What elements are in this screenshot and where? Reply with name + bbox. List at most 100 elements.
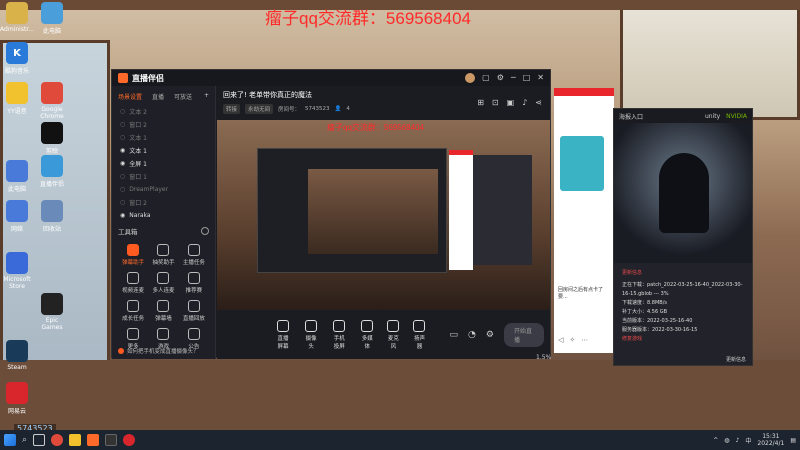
desktop-icon[interactable]: 直播伴侣 [35,155,69,188]
desktop-icon[interactable]: Microsoft Store [0,252,34,290]
close-icon[interactable]: ✕ [537,73,544,83]
message-icon[interactable]: ▢ [482,73,490,83]
tool-item[interactable]: 弹幕墙 [148,300,178,322]
share-icon[interactable]: ⋖ [535,98,542,107]
ime-indicator[interactable]: 中 [745,436,751,445]
volume-tray-icon[interactable]: ♪ [736,437,740,444]
eye-icon[interactable]: ○ [120,108,125,115]
lock-icon[interactable]: ⊡ [492,98,499,107]
eye-icon[interactable]: ○ [120,121,125,128]
tag-badge[interactable]: 转接 [223,104,241,114]
tool-item[interactable]: 主播任务 [179,244,209,266]
eye-icon[interactable]: ○ [120,134,125,141]
tool-item[interactable]: 多人连麦 [148,272,178,294]
layer-item[interactable]: ○ 文本 1 [112,131,215,144]
desktop-icon[interactable]: 网络 [0,200,34,233]
like-icon[interactable]: ◁ [558,336,563,344]
eye-icon[interactable]: ○ [120,186,125,193]
desktop-icon[interactable]: 网易云 [0,382,34,415]
control-button[interactable]: 多媒体 [361,319,374,350]
desktop-icon[interactable]: 此电脑 [35,2,69,35]
maximize-icon[interactable]: □ [523,73,531,83]
desktop-icon[interactable]: Steam [0,340,34,371]
desktop-icon-label: 网易云 [7,408,26,415]
camera-settings-icon[interactable]: ▭ [449,330,458,340]
network-tray-icon[interactable]: ◍ [724,437,729,444]
layout-icon[interactable]: ⊞ [477,98,484,107]
desktop-icon[interactable]: YY语音 [0,82,34,115]
tool-icon [127,328,140,340]
minimize-icon[interactable]: ─ [511,73,516,83]
layer-item[interactable]: ◉ Naraka [112,209,215,222]
add-scene-icon[interactable]: + [204,92,209,101]
control-button[interactable]: 麦克风 [387,319,400,350]
control-label: 直播屏幕 [277,335,289,350]
desktop-icon[interactable]: 此电脑 [0,160,34,193]
repair-link[interactable]: 修复游戏 [622,335,642,342]
layer-item[interactable]: ○ DreamPlayer [112,183,215,196]
control-button[interactable]: 摄像头 [305,319,318,350]
start-icon[interactable] [4,434,16,446]
stats-icon[interactable]: ◔ [468,330,476,340]
settings-icon[interactable]: ⚙ [497,73,504,83]
control-button[interactable]: 扬声器 [413,319,426,350]
more-icon[interactable]: ⋯ [581,336,588,344]
notice-bar[interactable]: 如何把手机变成直播摄像头？ [118,347,199,355]
gift-icon[interactable]: ✧ [569,336,575,344]
desktop-icon[interactable]: K 酷狗音乐 [0,42,34,75]
eye-icon[interactable]: ○ [120,173,125,180]
desktop-icon[interactable]: Epic Games [35,293,69,331]
gear-icon[interactable]: ⚙ [486,330,494,340]
desktop-icon[interactable]: 回收站 [35,200,69,233]
app-logo-icon [118,73,128,83]
tray-arrow-icon[interactable]: ^ [713,437,718,444]
taskbar-netease-icon[interactable] [123,434,136,446]
tool-icon [187,328,200,340]
tool-item[interactable]: 直播回放 [179,300,209,322]
taskbar-chrome-icon[interactable] [51,434,64,446]
desktop-icon-label: YY语音 [7,108,27,115]
wallpaper-window-right [620,0,800,120]
layer-item[interactable]: ◉ 文本 1 [112,144,215,157]
eye-icon[interactable]: ◉ [120,212,125,219]
eye-icon[interactable]: ◉ [120,160,125,167]
tool-item[interactable]: 视频连麦 [118,272,148,294]
task-view-icon[interactable] [33,434,46,446]
tool-item[interactable]: 推荐赛 [179,272,209,294]
layer-item[interactable]: ○ 窗口 2 [112,196,215,209]
tab-live[interactable]: 直播 [152,92,164,101]
record-icon[interactable]: ▣ [507,98,515,107]
eye-icon[interactable]: ◉ [120,147,125,154]
eye-icon[interactable]: ○ [120,199,125,206]
avatar[interactable] [465,73,476,83]
tools-more-icon[interactable] [201,227,209,235]
notification-icon[interactable]: ▤ [790,437,796,444]
bell-icon[interactable]: ♪ [522,98,527,107]
start-live-button[interactable]: 开始直播 [503,322,544,347]
control-button[interactable]: 直播屏幕 [275,319,291,350]
layer-item[interactable]: ○ 文本 2 [112,105,215,118]
taskbar-app-icon[interactable] [105,434,118,446]
clock[interactable]: 15:31 2022/4/1 [757,433,784,447]
desktop-icon[interactable]: Administr... [0,2,34,33]
desktop-icon[interactable]: Google Chrome [35,82,69,120]
desktop-icon-label: Steam [7,364,27,371]
category-badge[interactable]: 永劫无间 [245,104,274,114]
taskbar-explorer-icon[interactable] [69,434,82,446]
layer-item[interactable]: ◉ 全屏 1 [112,157,215,170]
phone-cast-icon [333,319,346,332]
tool-item[interactable]: 抽奖助手 [148,244,178,266]
preview-canvas[interactable]: 瘤子qq交流群：569568404 [217,120,550,310]
desktop-icon[interactable]: 剪映 [35,122,69,155]
control-button[interactable]: 手机投屏 [331,319,347,350]
tool-item[interactable]: 弹幕助手 [118,244,148,266]
layer-item[interactable]: ○ 窗口 2 [112,118,215,131]
tab-broadcast[interactable]: 可放送 [174,92,192,101]
taskbar-live-companion-icon[interactable] [87,434,100,446]
search-icon[interactable]: ⌕ [22,435,27,445]
tool-item[interactable]: 成长任务 [118,300,148,322]
tab-scene[interactable]: 场景设置 [118,92,142,101]
layer-item[interactable]: ○ 窗口 1 [112,170,215,183]
layer-name: 文本 2 [129,109,147,116]
chat-text: 回房间之后有点卡了要... [558,287,604,300]
